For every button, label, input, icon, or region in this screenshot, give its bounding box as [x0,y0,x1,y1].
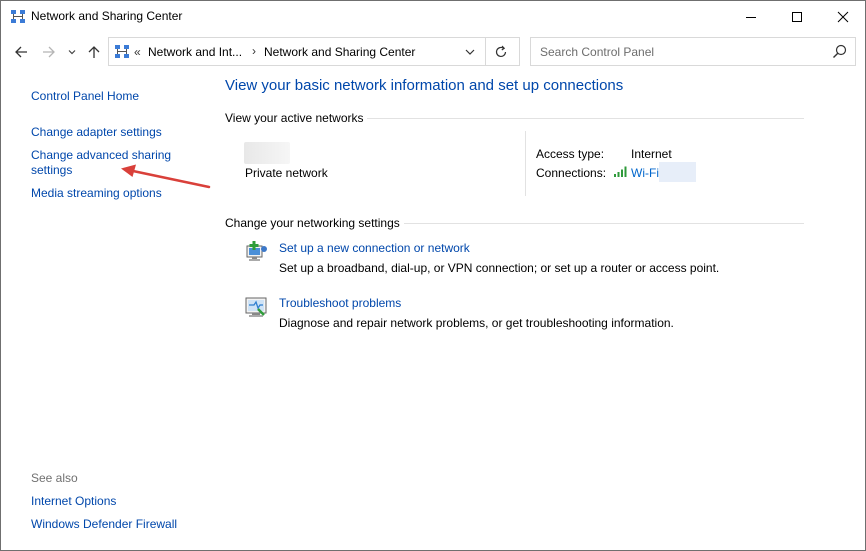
search-icon[interactable] [832,44,847,59]
network-category: Private network [245,166,328,180]
maximize-button[interactable] [774,1,820,32]
breadcrumb-network-and-sharing-center[interactable]: Network and Sharing Center [264,45,415,59]
address-overflow-chevron[interactable]: « [134,45,141,59]
minimize-icon [746,16,756,18]
minimize-button[interactable] [728,1,774,32]
maximize-icon [792,11,802,22]
internet-options-link[interactable]: Internet Options [31,494,116,509]
address-dropdown-button[interactable] [461,44,479,60]
see-also-heading: See also [31,471,78,485]
close-button[interactable] [820,1,866,32]
window-title: Network and Sharing Center [31,9,183,23]
change-networking-settings-heading: Change your networking settings [225,216,400,230]
chevron-down-icon [465,49,475,55]
section-divider [367,118,804,119]
windows-defender-firewall-link[interactable]: Windows Defender Firewall [31,517,177,532]
vertical-divider [525,131,526,196]
navigation-bar: « Network and Int... › Network and Shari… [1,35,865,69]
search-placeholder[interactable]: Search Control Panel [540,45,654,59]
troubleshoot-icon [245,297,267,317]
breadcrumb-network-and-internet[interactable]: Network and Int... [148,45,242,59]
arrow-right-icon [43,46,55,58]
change-adapter-settings-link[interactable]: Change adapter settings [31,125,162,140]
window: Network and Sharing Center « Network and… [0,0,866,551]
wifi-name-redacted [659,162,696,182]
up-button[interactable] [85,43,103,61]
refresh-button[interactable] [492,43,510,61]
wifi-signal-icon [614,166,627,177]
forward-button[interactable] [40,43,58,61]
section-divider [404,223,804,224]
setup-new-connection-description: Set up a broadband, dial-up, or VPN conn… [279,261,720,275]
address-bar[interactable]: « Network and Int... › Network and Shari… [108,37,520,66]
active-networks-heading: View your active networks [225,111,364,125]
setup-new-connection-link[interactable]: Set up a new connection or network [279,241,470,255]
control-panel-home-link[interactable]: Control Panel Home [31,89,139,104]
breadcrumb-separator[interactable]: › [252,44,256,58]
access-type-value: Internet [631,147,672,161]
search-box[interactable]: Search Control Panel [530,37,856,66]
troubleshoot-problems-description: Diagnose and repair network problems, or… [279,316,674,330]
title-bar: Network and Sharing Center [1,1,865,32]
access-type-label: Access type: [536,147,605,161]
recent-locations-button[interactable] [65,43,79,61]
connections-label: Connections: [536,166,607,180]
annotation-arrow [121,164,211,189]
network-icon-redacted [244,142,290,164]
network-location-icon [115,45,129,58]
back-button[interactable] [12,43,30,61]
new-connection-icon [246,241,267,261]
chevron-down-icon [68,50,76,55]
close-icon [837,11,849,22]
arrow-left-icon [15,46,27,58]
network-app-icon [11,10,25,23]
wifi-connection-link[interactable]: Wi-Fi [631,166,659,180]
arrow-up-icon [88,46,100,58]
page-title: View your basic network information and … [225,77,624,94]
address-divider [485,38,486,65]
troubleshoot-problems-link[interactable]: Troubleshoot problems [279,296,401,310]
refresh-icon [495,45,507,58]
